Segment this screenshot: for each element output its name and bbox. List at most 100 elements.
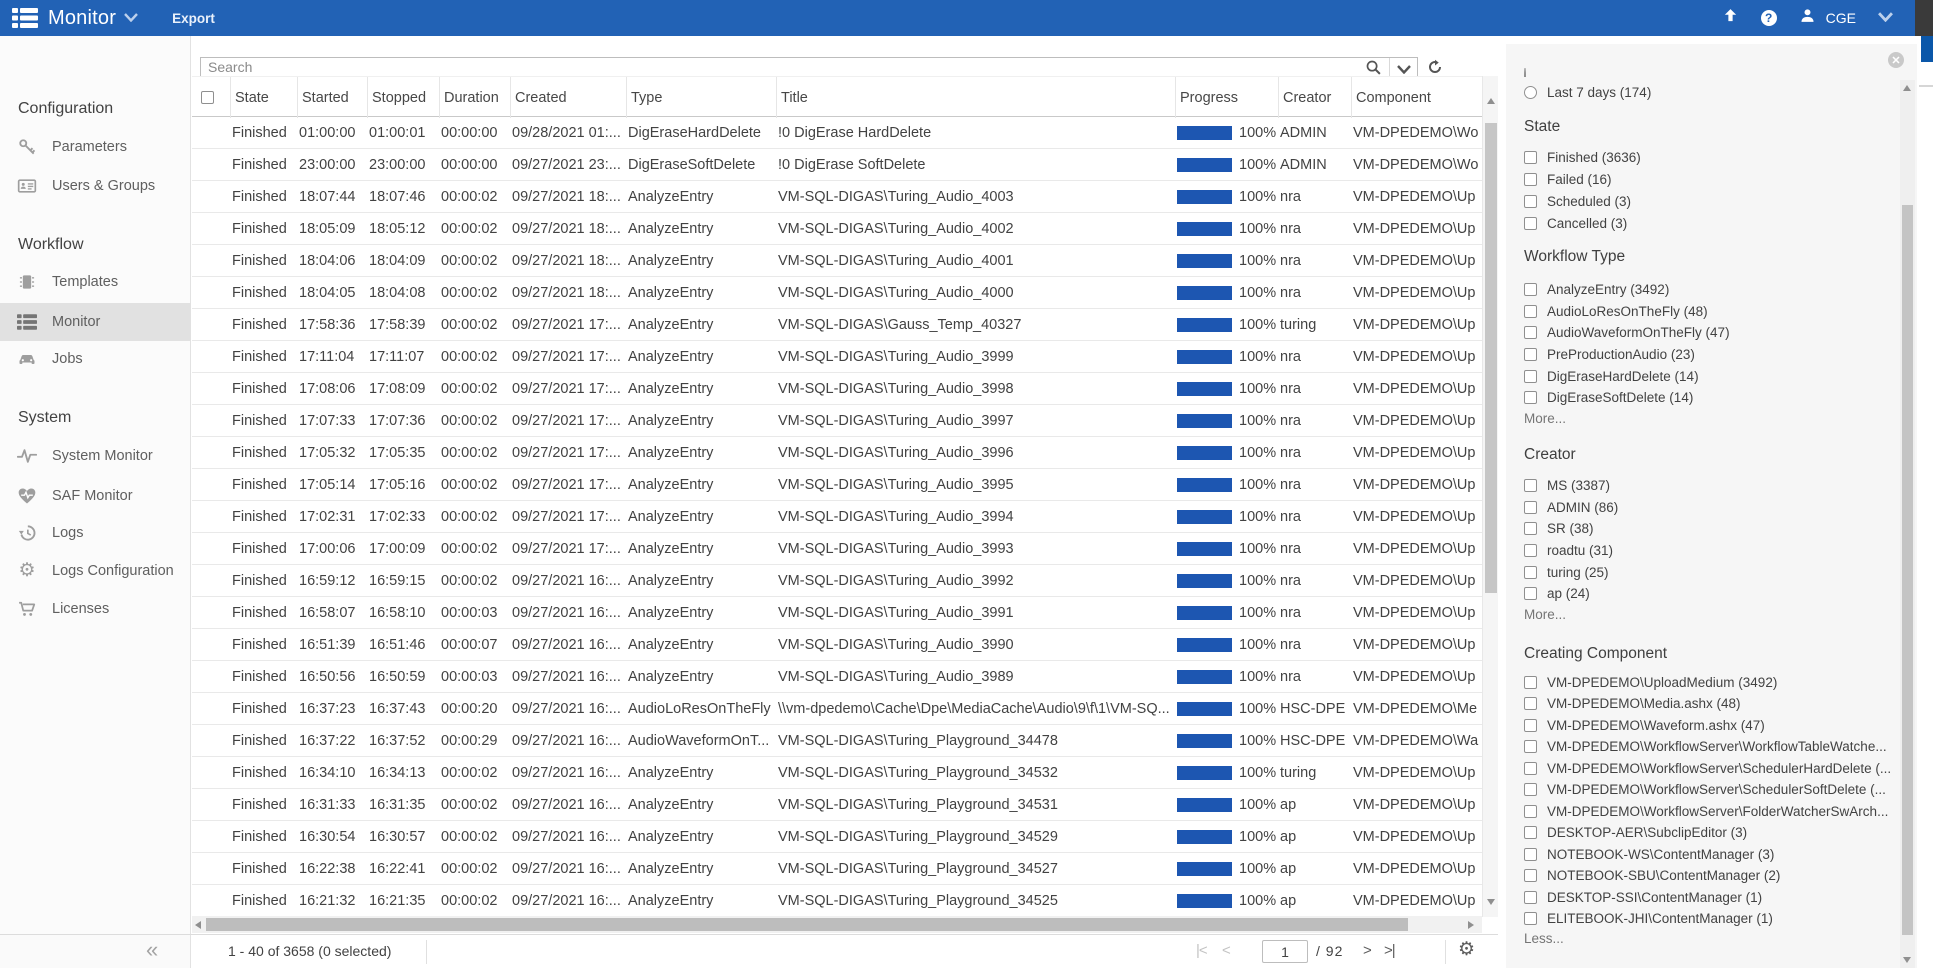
filter-option[interactable]: VM-DPEDEMO\UploadMedium (3492) xyxy=(1524,674,1777,690)
app-title[interactable]: Monitor xyxy=(48,7,116,30)
more-link[interactable]: More... xyxy=(1524,411,1566,426)
table-row[interactable]: Finished01:00:0001:00:0100:00:0009/28/20… xyxy=(192,117,1482,149)
panel-scroll-down-arrow-icon[interactable] xyxy=(1903,957,1911,963)
checkbox-icon[interactable] xyxy=(1524,566,1537,579)
table-row[interactable]: Finished16:21:3216:21:3500:00:0209/27/20… xyxy=(192,885,1482,917)
user-menu-chevron-icon[interactable] xyxy=(1878,9,1893,27)
column-header-duration[interactable]: Duration xyxy=(439,77,510,118)
filter-option[interactable]: VM-DPEDEMO\WorkflowServer\SchedulerSoftD… xyxy=(1524,781,1886,797)
filter-option[interactable]: Failed (16) xyxy=(1524,171,1612,187)
user-icon[interactable] xyxy=(1799,7,1816,29)
column-header-created[interactable]: Created xyxy=(510,77,626,118)
panel-scrollbar[interactable] xyxy=(1900,80,1915,968)
collapse-sidebar-icon[interactable]: « xyxy=(146,937,158,963)
table-row[interactable]: Finished17:00:0617:00:0900:00:0209/27/20… xyxy=(192,533,1482,565)
table-row[interactable]: Finished16:31:3316:31:3500:00:0209/27/20… xyxy=(192,789,1482,821)
checkbox-icon[interactable] xyxy=(1524,151,1537,164)
app-switcher-chevron-icon[interactable] xyxy=(124,9,138,27)
table-row[interactable]: Finished16:37:2316:37:4300:00:2009/27/20… xyxy=(192,693,1482,725)
column-header-progress[interactable]: Progress xyxy=(1175,77,1278,118)
scroll-left-arrow-icon[interactable] xyxy=(195,921,201,929)
table-row[interactable]: Finished18:05:0918:05:1200:00:0209/27/20… xyxy=(192,213,1482,245)
filter-option[interactable]: ELITEBOOK-JHI\ContentManager (1) xyxy=(1524,910,1773,926)
table-row[interactable]: Finished18:07:4418:07:4600:00:0209/27/20… xyxy=(192,181,1482,213)
table-row[interactable]: Finished17:02:3117:02:3300:00:0209/27/20… xyxy=(192,501,1482,533)
filter-option[interactable]: VM-DPEDEMO\WorkflowServer\SchedulerHardD… xyxy=(1524,760,1891,776)
table-row[interactable]: Finished17:08:0617:08:0900:00:0209/27/20… xyxy=(192,373,1482,405)
table-row[interactable]: Finished16:51:3916:51:4600:00:0709/27/20… xyxy=(192,629,1482,661)
filter-option[interactable]: AnalyzeEntry (3492) xyxy=(1524,281,1669,297)
column-header-title[interactable]: Title xyxy=(776,77,1175,118)
column-header-state[interactable]: State xyxy=(230,77,297,118)
checkbox-icon[interactable] xyxy=(1524,501,1537,514)
filter-option[interactable]: SR (38) xyxy=(1524,520,1594,536)
less-link[interactable]: Less... xyxy=(1524,931,1564,946)
checkbox-icon[interactable] xyxy=(1524,173,1537,186)
checkbox-icon[interactable] xyxy=(1524,195,1537,208)
filter-option[interactable]: AudioWaveformOnTheFly (47) xyxy=(1524,324,1730,340)
next-page-button[interactable]: > xyxy=(1363,942,1371,959)
scroll-down-arrow-icon[interactable] xyxy=(1487,899,1495,905)
filter-option[interactable]: DESKTOP-AER\SubclipEditor (3) xyxy=(1524,824,1747,840)
column-header-started[interactable]: Started xyxy=(297,77,367,118)
sidebar-item-users-groups[interactable]: Users & Groups xyxy=(0,167,191,205)
table-row[interactable]: Finished23:00:0023:00:0000:00:0009/27/20… xyxy=(192,149,1482,181)
checkbox-icon[interactable] xyxy=(1524,697,1537,710)
user-name[interactable]: CGE xyxy=(1826,10,1856,26)
checkbox-icon[interactable] xyxy=(1524,805,1537,818)
panel-scroll-up-arrow-icon[interactable] xyxy=(1903,85,1911,91)
select-all-checkbox[interactable] xyxy=(201,91,214,104)
filter-date-option[interactable]: Last 7 days (174) xyxy=(1524,84,1651,100)
checkbox-icon[interactable] xyxy=(1524,217,1537,230)
close-panel-icon[interactable]: ✕ xyxy=(1888,52,1904,68)
filter-option[interactable]: VM-DPEDEMO\WorkflowServer\FolderWatcherS… xyxy=(1524,803,1888,819)
export-menu[interactable]: Export xyxy=(172,11,215,26)
table-row[interactable]: Finished17:05:1417:05:1600:00:0209/27/20… xyxy=(192,469,1482,501)
filter-option[interactable]: VM-DPEDEMO\Media.ashx (48) xyxy=(1524,695,1741,711)
table-row[interactable]: Finished17:11:0417:11:0700:00:0209/27/20… xyxy=(192,341,1482,373)
checkbox-icon[interactable] xyxy=(1524,283,1537,296)
filter-option[interactable]: turing (25) xyxy=(1524,564,1609,580)
table-row[interactable]: Finished16:58:0716:58:1000:00:0309/27/20… xyxy=(192,597,1482,629)
checkbox-icon[interactable] xyxy=(1524,740,1537,753)
table-row[interactable]: Finished16:22:3816:22:4100:00:0209/27/20… xyxy=(192,853,1482,885)
filter-option[interactable]: Finished (3636) xyxy=(1524,149,1641,165)
sidebar-item-logs[interactable]: Logs xyxy=(0,514,191,552)
checkbox-icon[interactable] xyxy=(1524,762,1537,775)
filter-option[interactable]: AudioLoResOnTheFly (48) xyxy=(1524,303,1708,319)
table-vertical-scrollbar[interactable] xyxy=(1482,76,1498,917)
previous-page-button[interactable]: < xyxy=(1222,942,1230,959)
help-icon[interactable]: ? xyxy=(1761,10,1777,26)
column-header-component[interactable]: Component xyxy=(1351,77,1482,118)
filter-option[interactable]: NOTEBOOK-SBU\ContentManager (2) xyxy=(1524,867,1780,883)
filter-option[interactable]: DESKTOP-SSI\ContentManager (1) xyxy=(1524,889,1762,905)
table-row[interactable]: Finished16:30:5416:30:5700:00:0209/27/20… xyxy=(192,821,1482,853)
checkbox-icon[interactable] xyxy=(1524,544,1537,557)
sidebar-item-monitor[interactable]: Monitor xyxy=(0,303,191,341)
sidebar-item-parameters[interactable]: Parameters xyxy=(0,128,191,166)
column-header-stopped[interactable]: Stopped xyxy=(367,77,439,118)
sidebar-item-jobs[interactable]: Jobs xyxy=(0,340,191,378)
filter-option[interactable]: NOTEBOOK-WS\ContentManager (3) xyxy=(1524,846,1774,862)
column-header-type[interactable]: Type xyxy=(626,77,776,118)
checkbox-icon[interactable] xyxy=(1524,587,1537,600)
table-row[interactable]: Finished16:37:2216:37:5200:00:2909/27/20… xyxy=(192,725,1482,757)
sidebar-item-saf-monitor[interactable]: SAF Monitor xyxy=(0,477,191,515)
vertical-scrollbar-thumb[interactable] xyxy=(1485,123,1497,593)
scroll-right-arrow-icon[interactable] xyxy=(1468,921,1474,929)
search-input[interactable] xyxy=(208,58,1348,76)
table-horizontal-scrollbar[interactable] xyxy=(192,916,1482,933)
scroll-up-arrow-icon[interactable] xyxy=(1487,98,1495,104)
table-row[interactable]: Finished16:59:1216:59:1500:00:0209/27/20… xyxy=(192,565,1482,597)
page-scrollbar-thumb[interactable] xyxy=(1921,36,1933,62)
checkbox-icon[interactable] xyxy=(1524,783,1537,796)
horizontal-scrollbar-thumb[interactable] xyxy=(206,918,1408,931)
checkbox-icon[interactable] xyxy=(1524,326,1537,339)
checkbox-icon[interactable] xyxy=(1524,719,1537,732)
table-row[interactable]: Finished17:58:3617:58:3900:00:0209/27/20… xyxy=(192,309,1482,341)
page-number-input[interactable] xyxy=(1262,940,1308,963)
sidebar-item-logs-configuration[interactable]: ⚙Logs Configuration xyxy=(0,552,191,590)
sidebar-item-licenses[interactable]: Licenses xyxy=(0,590,191,628)
checkbox-icon[interactable] xyxy=(1524,348,1537,361)
table-row[interactable]: Finished17:07:3317:07:3600:00:0209/27/20… xyxy=(192,405,1482,437)
